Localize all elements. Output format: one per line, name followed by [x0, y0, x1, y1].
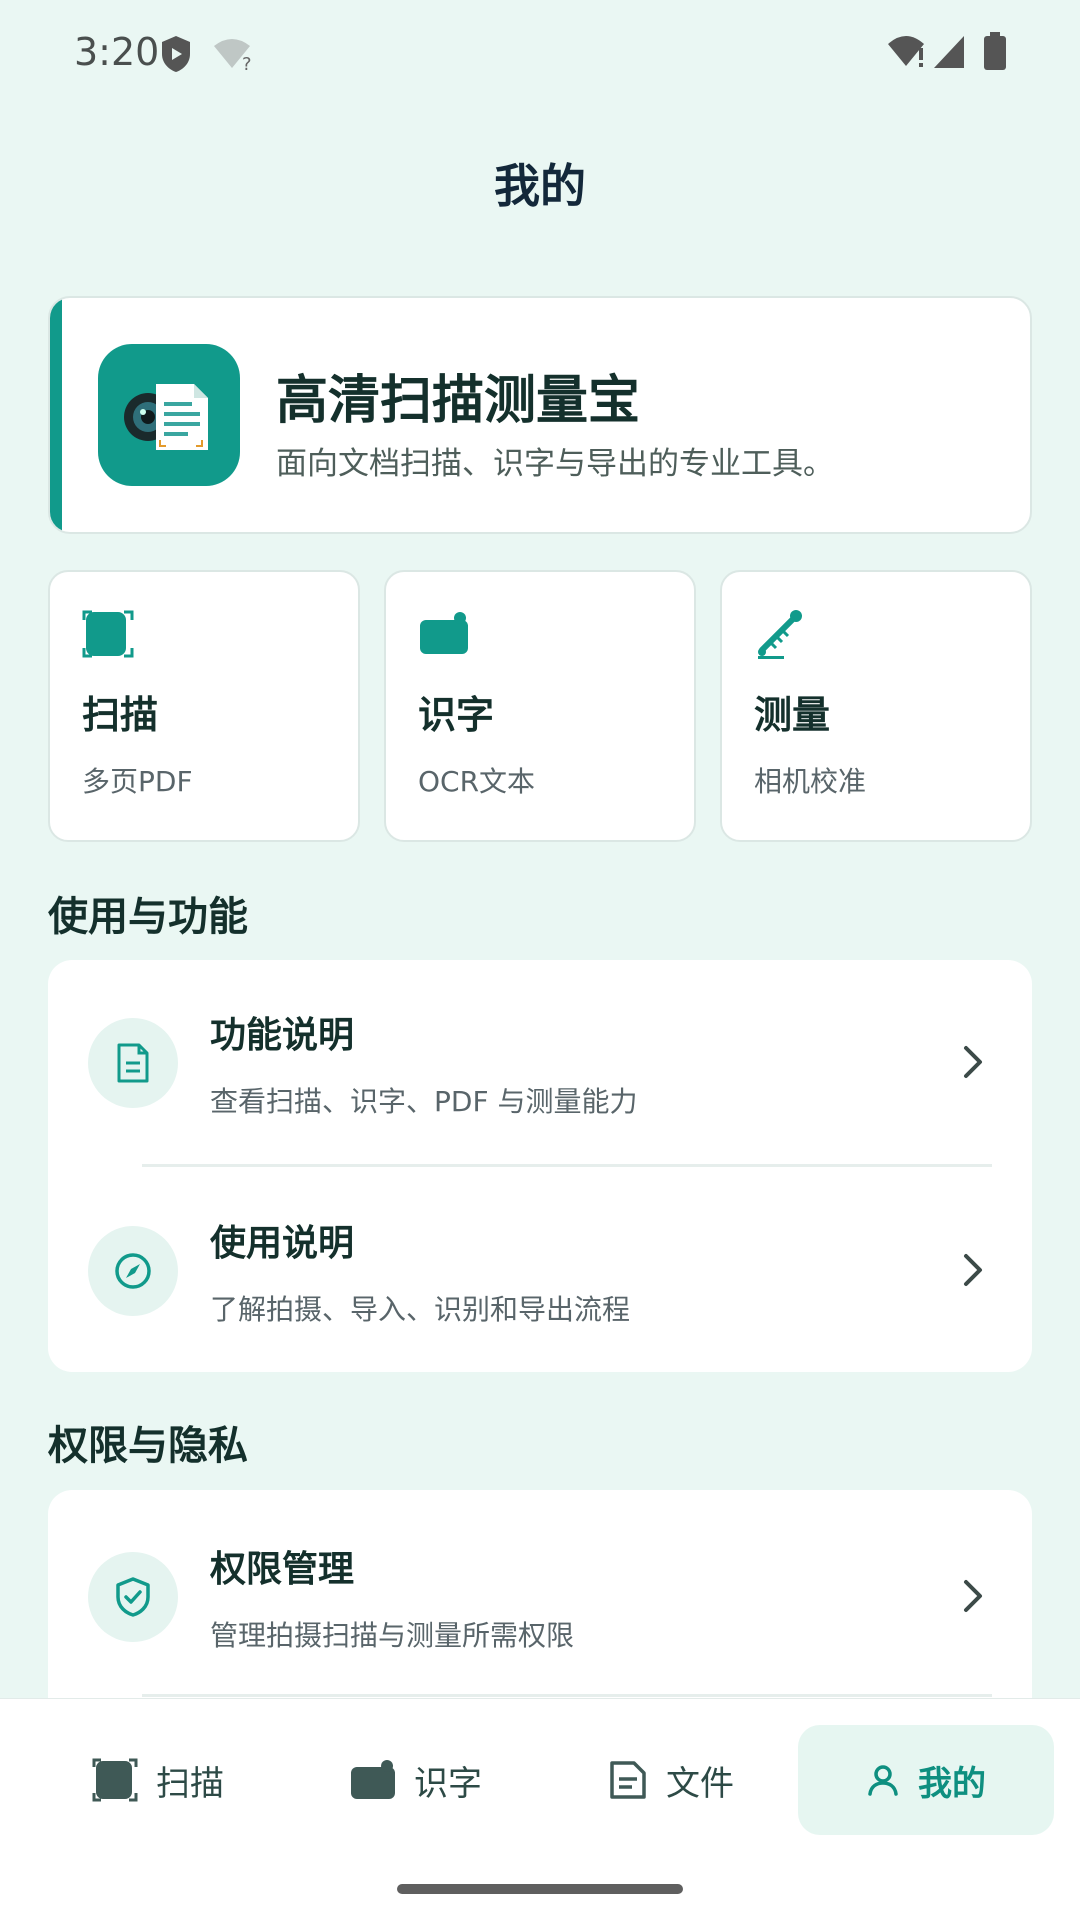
section-title-privacy: 权限与隐私: [48, 1423, 248, 1469]
row-subtitle: 管理拍摄扫描与测量所需权限: [210, 1619, 575, 1652]
camera-document-icon: [124, 384, 208, 450]
usage-list-card: 功能说明 查看扫描、识字、PDF 与测量能力 使用说明 了解拍摄、导入、识别和导…: [48, 960, 1032, 1372]
tile-title: 扫描: [82, 693, 159, 737]
home-indicator[interactable]: [397, 1884, 683, 1894]
app-logo: [98, 344, 240, 486]
status-bar: 3:20 ?: [0, 0, 1080, 110]
section-title-usage: 使用与功能: [48, 894, 248, 940]
feature-tile-ocr[interactable]: 识字 OCR文本: [384, 570, 696, 842]
row-icon-wrap: [88, 1226, 178, 1316]
nav-item-ocr[interactable]: 识字: [350, 1725, 482, 1835]
status-time: 3:20: [74, 30, 160, 74]
compass-icon: [115, 1253, 151, 1289]
shield-check-icon: [116, 1577, 150, 1617]
page-title: 我的: [494, 159, 586, 213]
row-title: 功能说明: [210, 1015, 355, 1056]
list-item-feature-guide[interactable]: 功能说明 查看扫描、识字、PDF 与测量能力: [48, 960, 1032, 1168]
row-icon-wrap: [88, 1552, 178, 1642]
list-item-usage-guide[interactable]: 使用说明 了解拍摄、导入、识别和导出流程: [48, 1168, 1032, 1372]
feature-tile-measure[interactable]: 测量 相机校准: [720, 570, 1032, 842]
tile-subtitle: 多页PDF: [82, 765, 193, 798]
tile-title: 测量: [754, 693, 831, 737]
file-icon: [610, 1761, 646, 1799]
wifi-unknown-icon: ?: [214, 39, 252, 72]
nav-item-mine[interactable]: 我的: [798, 1725, 1054, 1835]
nav-label: 我的: [918, 1763, 986, 1804]
list-item-permission-management[interactable]: 权限管理 管理拍摄扫描与测量所需权限: [48, 1490, 1032, 1698]
row-divider: [142, 1694, 992, 1697]
chevron-right-icon: [964, 1254, 982, 1286]
wifi-alert-icon: [888, 36, 924, 67]
card-accent-bar: [50, 298, 62, 532]
nav-label: 识字: [414, 1763, 482, 1804]
privacy-list-card: 权限管理 管理拍摄扫描与测量所需权限: [48, 1490, 1032, 1730]
app-name: 高清扫描测量宝: [276, 371, 641, 431]
vpn-shield-icon: [162, 36, 190, 72]
app-info-card: 高清扫描测量宝 面向文档扫描、识字与导出的专业工具。: [48, 296, 1032, 534]
document-icon: [117, 1043, 149, 1083]
nav-label: 文件: [666, 1763, 734, 1804]
nav-label: 扫描: [156, 1763, 224, 1804]
row-subtitle: 了解拍摄、导入、识别和导出流程: [210, 1293, 631, 1326]
ruler-icon: [758, 610, 802, 659]
scan-icon: [92, 1758, 138, 1802]
nav-item-files[interactable]: 文件: [608, 1725, 734, 1835]
chevron-right-icon: [964, 1046, 982, 1078]
camera-icon: [420, 612, 468, 654]
tile-subtitle: 相机校准: [754, 765, 867, 798]
cell-signal-icon: [934, 36, 964, 68]
nav-item-scan[interactable]: 扫描: [92, 1725, 224, 1835]
row-divider: [142, 1164, 992, 1167]
camera-icon: [351, 1760, 395, 1799]
svg-text:?: ?: [242, 54, 252, 72]
app-description: 面向文档扫描、识字与导出的专业工具。: [276, 446, 834, 482]
person-icon: [868, 1765, 898, 1796]
row-subtitle: 查看扫描、识字、PDF 与测量能力: [210, 1085, 638, 1118]
tile-title: 识字: [418, 693, 495, 737]
tile-subtitle: OCR文本: [418, 765, 536, 798]
row-icon-wrap: [88, 1018, 178, 1108]
row-title: 权限管理: [210, 1549, 355, 1590]
row-title: 使用说明: [210, 1223, 355, 1264]
feature-tile-scan[interactable]: 扫描 多页PDF: [48, 570, 360, 842]
chevron-right-icon: [964, 1580, 982, 1612]
battery-icon: [984, 32, 1006, 70]
scan-icon: [82, 610, 134, 658]
